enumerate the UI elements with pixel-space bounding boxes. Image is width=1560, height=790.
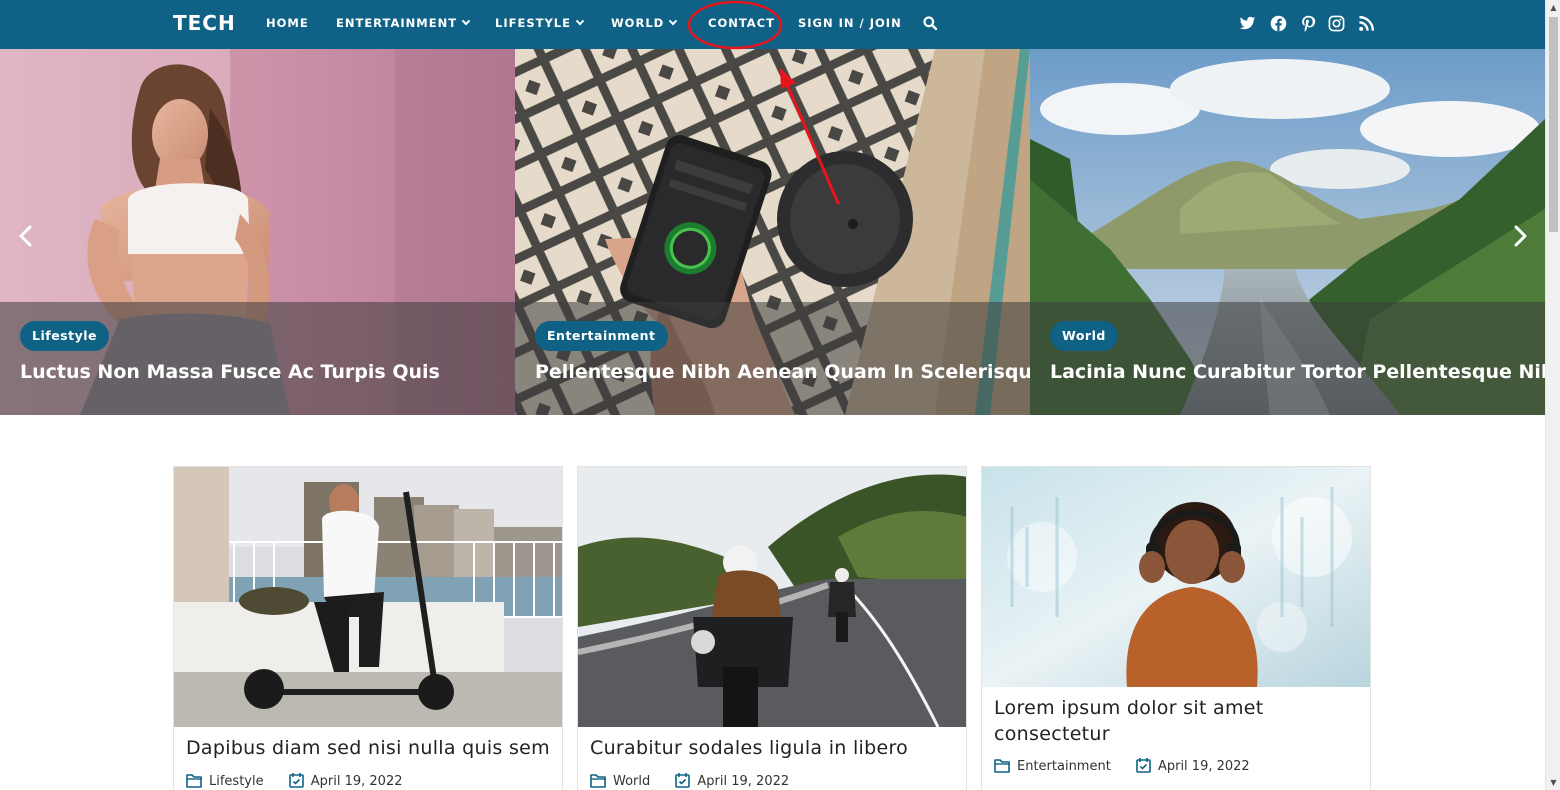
vertical-scrollbar[interactable]: ▲ ▼ <box>1545 0 1560 790</box>
category-badge[interactable]: Lifestyle <box>20 321 109 351</box>
post-thumbnail[interactable] <box>578 467 966 727</box>
post-title[interactable]: Curabitur sodales ligula in libero <box>590 735 908 761</box>
rss-icon[interactable] <box>1358 15 1375 32</box>
site-logo[interactable]: TECH <box>173 11 236 35</box>
nav-lifestyle[interactable]: LIFESTYLE <box>495 16 585 30</box>
nav-entertainment-label: ENTERTAINMENT <box>336 16 458 30</box>
category-badge[interactable]: World <box>1050 321 1118 351</box>
calendar-check-icon <box>675 773 691 788</box>
calendar-check-icon <box>1136 758 1151 773</box>
post-meta: Lifestyle April 19, 2022 <box>186 773 403 789</box>
post-image-woman-scooter <box>174 467 562 727</box>
folder-icon <box>186 774 202 788</box>
slide-lifestyle[interactable]: Lifestyle Luctus Non Massa Fusce Ac Turp… <box>0 49 515 415</box>
slide-title[interactable]: Pellentesque Nibh Aenean Quam In Sceleri… <box>535 361 1030 383</box>
scroll-down-arrow-icon[interactable]: ▼ <box>1546 775 1560 790</box>
category-badge[interactable]: Entertainment <box>535 321 668 351</box>
slide-title[interactable]: Lacinia Nunc Curabitur Tortor Pellentesq… <box>1050 361 1545 383</box>
search-icon[interactable] <box>923 16 937 30</box>
scrollbar-thumb[interactable] <box>1549 17 1558 232</box>
post-date: April 19, 2022 <box>697 774 790 789</box>
scroll-up-arrow-icon[interactable]: ▲ <box>1546 0 1560 15</box>
calendar-check-icon <box>288 773 304 788</box>
post-category-link[interactable]: Entertainment <box>1017 759 1111 774</box>
post-category-link[interactable]: Lifestyle <box>209 774 264 789</box>
annotation-arrow-icon <box>780 68 840 205</box>
slide-title[interactable]: Luctus Non Massa Fusce Ac Turpis Quis <box>20 361 440 383</box>
chevron-down-icon <box>575 16 585 26</box>
twitter-icon[interactable] <box>1239 15 1256 32</box>
nav-world[interactable]: WORLD <box>611 16 678 30</box>
nav-home-label: HOME <box>266 16 309 30</box>
chevron-down-icon <box>461 16 471 26</box>
post-card: Curabitur sodales ligula in libero World… <box>577 466 967 790</box>
post-image-woman-headphones <box>982 467 1370 687</box>
nav-sign-in-join[interactable]: SIGN IN / JOIN <box>798 16 902 30</box>
post-thumbnail[interactable] <box>982 467 1370 687</box>
nav-world-label: WORLD <box>611 16 665 30</box>
nav-sign-in-label: SIGN IN / JOIN <box>798 16 902 30</box>
instagram-icon[interactable] <box>1328 15 1345 32</box>
post-meta: World April 19, 2022 <box>590 773 789 789</box>
post-date: April 19, 2022 <box>1157 759 1250 774</box>
post-card: Lorem ipsum dolor sit amet consectetur E… <box>981 466 1371 790</box>
nav-home[interactable]: HOME <box>266 16 309 30</box>
chevron-right-icon[interactable] <box>1510 224 1530 248</box>
nav-lifestyle-label: LIFESTYLE <box>495 16 571 30</box>
post-title[interactable]: Lorem ipsum dolor sit amet consectetur <box>994 695 1354 747</box>
slide-caption-overlay <box>515 302 1030 415</box>
post-meta: Entertainment April 19, 2022 <box>994 758 1250 774</box>
post-card: Dapibus diam sed nisi nulla quis sem Lif… <box>173 466 563 790</box>
nav-entertainment[interactable]: ENTERTAINMENT <box>336 16 471 30</box>
post-date: April 19, 2022 <box>310 774 403 789</box>
pinterest-icon[interactable] <box>1300 15 1317 32</box>
annotation-highlight-circle <box>687 0 783 50</box>
slide-caption-overlay <box>0 302 515 415</box>
post-image-motorcycles <box>578 467 966 727</box>
post-title[interactable]: Dapibus diam sed nisi nulla quis sem <box>186 735 550 761</box>
slide-caption-overlay <box>1030 302 1545 415</box>
post-thumbnail[interactable] <box>174 467 562 727</box>
chevron-left-icon[interactable] <box>16 224 36 248</box>
post-category-link[interactable]: World <box>613 774 650 789</box>
folder-icon <box>590 774 606 788</box>
slide-world[interactable]: World Lacinia Nunc Curabitur Tortor Pell… <box>1030 49 1545 415</box>
folder-icon <box>994 759 1010 773</box>
facebook-icon[interactable] <box>1270 15 1287 32</box>
chevron-down-icon <box>668 16 678 26</box>
